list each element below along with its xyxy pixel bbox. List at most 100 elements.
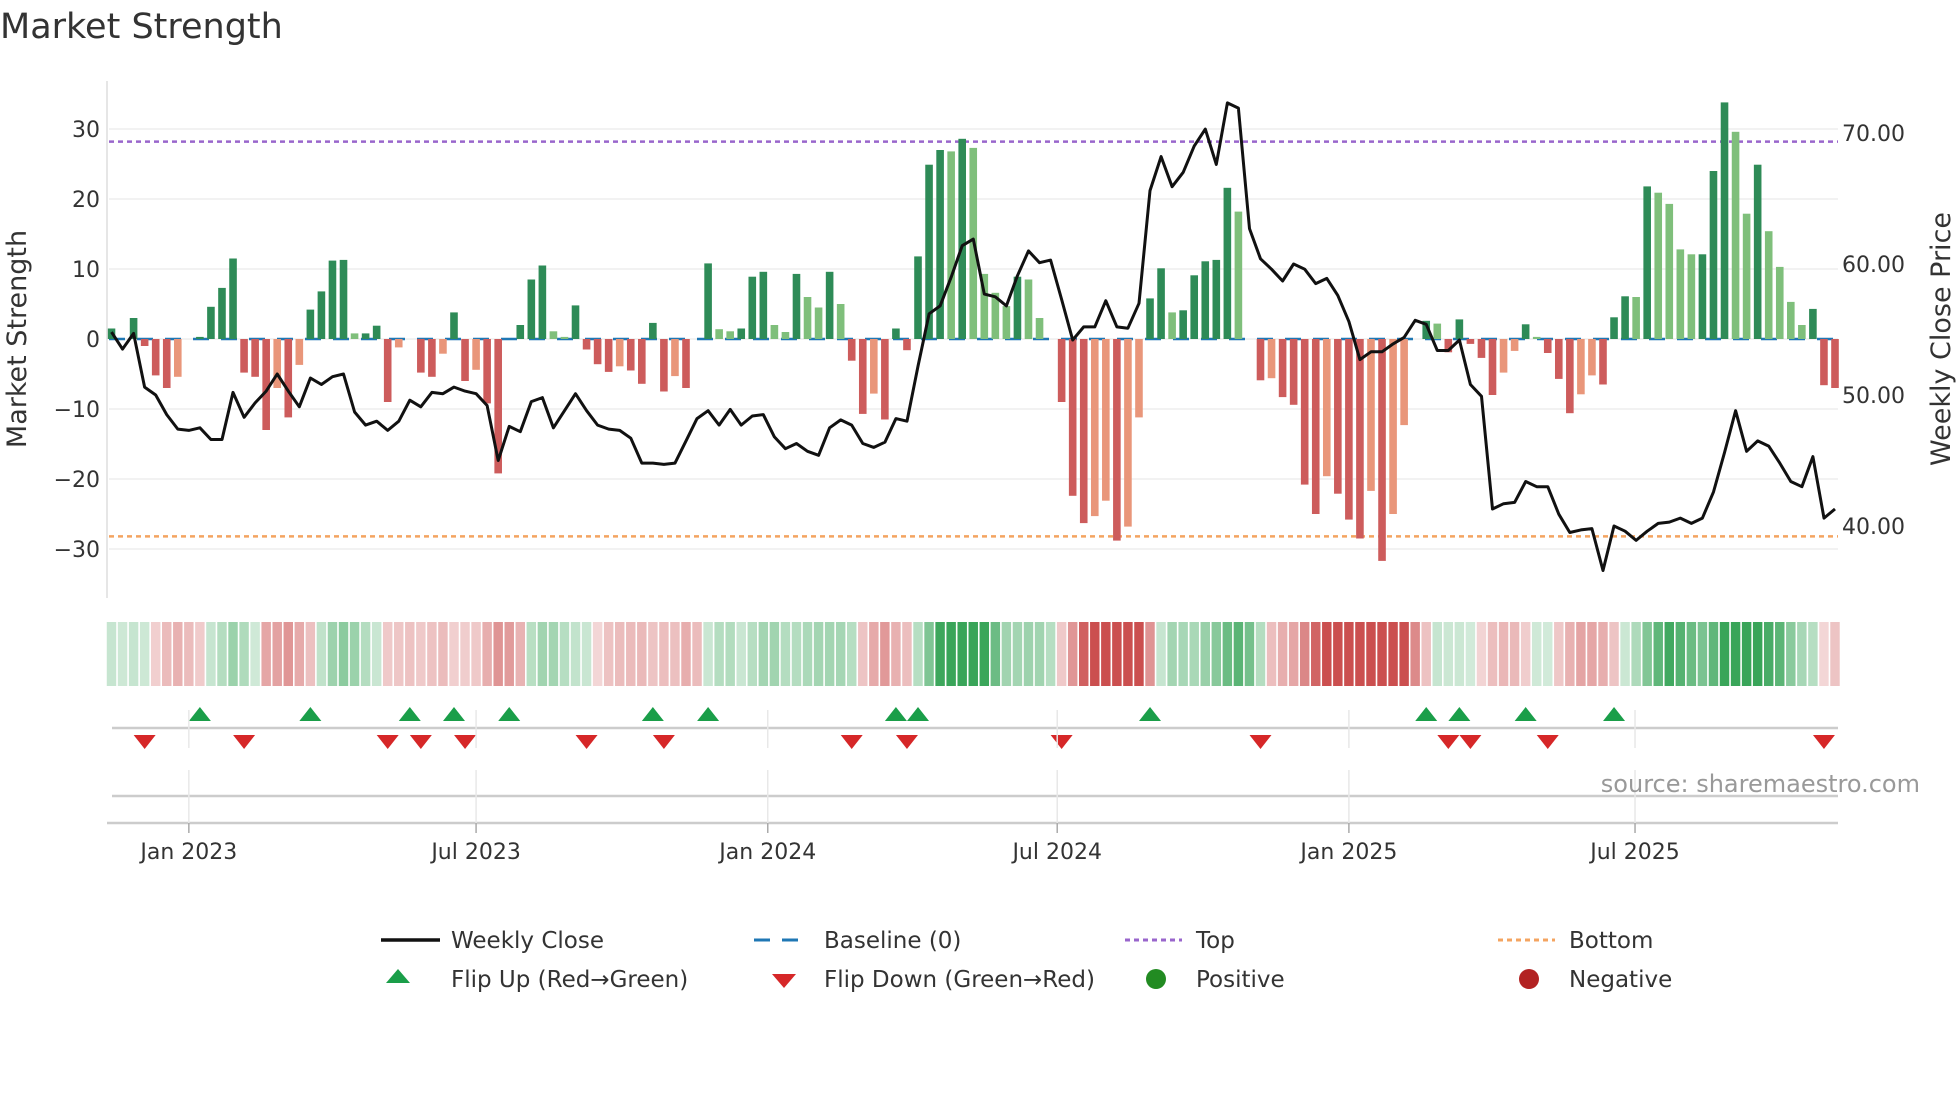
y-axis-ticks: −30 −20 −10 0 10 20 30 (54, 118, 100, 563)
strength-bar (1057, 339, 1066, 402)
strength-bar (240, 339, 248, 373)
strength-bar (649, 322, 657, 339)
heatmap-cell (1388, 622, 1398, 686)
strength-bar (483, 339, 491, 404)
strength-bar (903, 339, 911, 351)
strength-bar (1146, 298, 1154, 339)
heatmap-cell (1752, 622, 1763, 686)
heatmap-cell (1620, 622, 1630, 686)
heatmap-cell (1266, 622, 1277, 686)
heatmap-cell (946, 622, 956, 686)
negative-dot-icon (1519, 969, 1539, 989)
legend-item-positive[interactable]: Positive (1146, 967, 1285, 993)
flip-down-marker (840, 735, 863, 749)
x-axis-ticks: Jan 2023 Jul 2023 Jan 2024 Jul 2024 Jan 2025… (107, 710, 1838, 865)
heatmap-cell (1686, 622, 1697, 686)
heatmap-cell (813, 622, 824, 686)
heatmap-cell (747, 622, 758, 686)
heatmap-cell (703, 622, 713, 686)
strength-bar (1577, 339, 1585, 395)
legend-item-baseline[interactable]: Baseline (0) (754, 928, 961, 954)
strength-bar (1809, 308, 1817, 339)
heatmap-cell (228, 622, 238, 686)
heatmap-cell (858, 622, 868, 686)
heatmap-cell (769, 622, 780, 686)
heatmap-cell (1476, 622, 1487, 686)
heatmap-cell (846, 622, 857, 686)
heatmap-cell (1112, 622, 1122, 686)
legend-item-bottom[interactable]: Bottom (1498, 928, 1653, 954)
strength-bar (1278, 339, 1287, 398)
heatmap-cell (835, 622, 846, 686)
strength-bar (472, 339, 480, 370)
heatmap-cell (581, 622, 592, 686)
heatmap-cell (1377, 622, 1387, 686)
strength-bar (560, 336, 569, 339)
strength-bar (1720, 102, 1729, 340)
strength-bar (1588, 339, 1596, 376)
heatmap-cell (1786, 622, 1796, 686)
strength-bar (1632, 297, 1640, 339)
strength-bar (1643, 186, 1651, 339)
y2-axis-ticks: 40.00 50.00 60.00 70.00 (1842, 122, 1905, 540)
x-tick-label: Jul 2025 (1588, 840, 1680, 865)
legend-item-flip-down[interactable]: Flip Down (Green→Red) (772, 967, 1095, 993)
flip-up-marker (1448, 707, 1471, 721)
heatmap-cell (338, 622, 349, 686)
strength-bar (538, 265, 547, 339)
strength-bar (361, 333, 370, 339)
strength-bar (1135, 339, 1143, 418)
legend-item-negative[interactable]: Negative (1519, 967, 1672, 993)
heatmap-cell (1432, 622, 1442, 686)
heatmap-cell (460, 622, 470, 686)
heatmap-cell (1487, 622, 1498, 686)
legend-label: Flip Up (Red→Green) (451, 967, 688, 993)
flip-up-marker (1603, 707, 1626, 721)
legend-item-weekly-close[interactable]: Weekly Close (381, 928, 604, 954)
flip-up-marker (1139, 707, 1162, 721)
heatmap-cell (283, 622, 293, 686)
strength-bar (516, 325, 525, 339)
strength-bar (162, 339, 171, 388)
flip-markers (112, 707, 1838, 749)
positive-dot-icon (1146, 969, 1166, 989)
heatmap-cell (1554, 622, 1564, 686)
flip-up-marker (442, 707, 465, 721)
flip-down-marker (1536, 735, 1559, 749)
heatmap-cell (1288, 622, 1299, 686)
heatmap-cell (1775, 622, 1785, 686)
strength-bar (1621, 296, 1629, 339)
heatmap-cell (1421, 622, 1431, 686)
heatmap-cell (239, 622, 249, 686)
market-strength-chart: Market Strength −30 −20 −10 0 10 20 30 40.00 50… (0, 7, 1957, 993)
flip-up-marker (498, 707, 521, 721)
strength-bar (1477, 339, 1486, 358)
strength-bar (1610, 317, 1618, 339)
heatmap-cell (1808, 622, 1818, 686)
x-tick-label: Jan 2025 (1298, 840, 1397, 865)
flip-up-marker (697, 707, 720, 721)
strength-bar (770, 325, 779, 339)
strength-bar (1311, 339, 1320, 514)
legend-item-flip-up[interactable]: Flip Up (Red→Green) (386, 967, 688, 993)
strength-bar (1322, 339, 1331, 477)
strength-bar (1124, 339, 1132, 527)
x-tick-label: Jul 2024 (1010, 840, 1102, 865)
y-tick-label: 10 (72, 258, 100, 283)
heatmap-cell (1819, 622, 1829, 686)
heatmap-cell (1653, 622, 1663, 686)
heatmap-cell (294, 622, 305, 686)
heatmap-cell (1233, 622, 1244, 686)
y2-tick-label: 70.00 (1842, 122, 1905, 147)
strength-bar (1256, 339, 1265, 381)
heatmap-cell (482, 622, 492, 686)
strength-bar (825, 271, 834, 339)
heatmap-cell (648, 622, 658, 686)
strength-bar (1820, 339, 1828, 386)
legend-item-top[interactable]: Top (1125, 928, 1235, 954)
strength-bar (1002, 306, 1011, 339)
flip-up-marker (907, 707, 930, 721)
strength-bar (892, 328, 900, 339)
heatmap-cell (427, 622, 437, 686)
heatmap-cell (117, 622, 128, 686)
